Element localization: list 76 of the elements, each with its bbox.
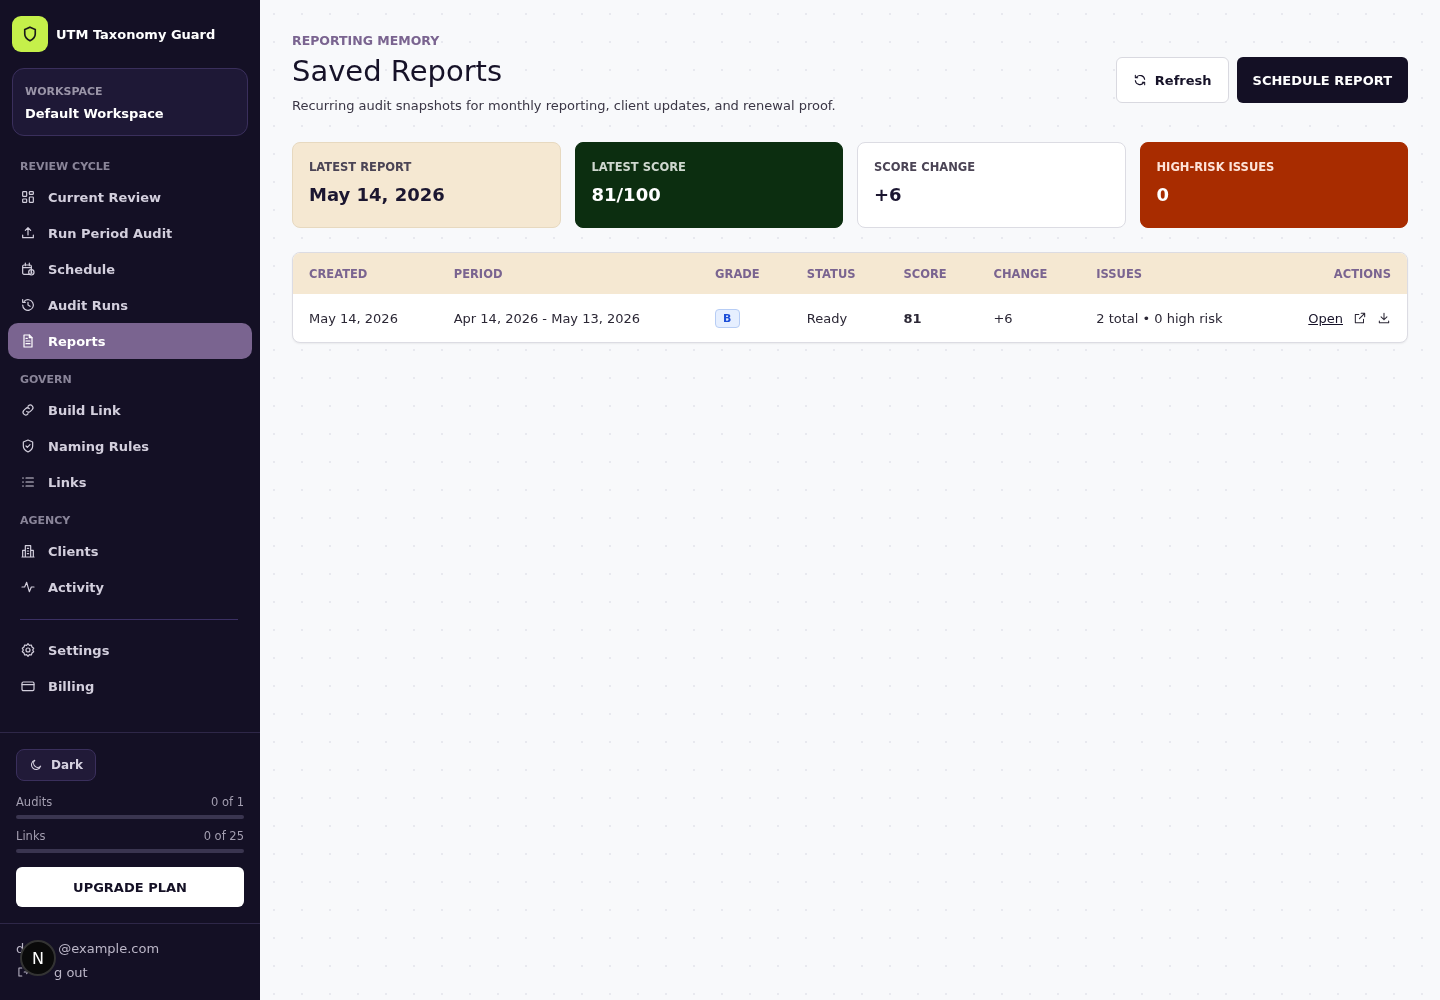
sidebar-item[interactable]: Run Period Audit [8, 215, 252, 251]
page-title: Saved Reports [292, 54, 504, 88]
sidebar-item[interactable]: Billing [8, 668, 252, 704]
sidebar-item[interactable]: Links [8, 464, 252, 500]
history-icon [20, 297, 36, 313]
usage-reading: 0 of 1 [210, 795, 244, 809]
logout-link[interactable]: g out [54, 964, 88, 980]
workspace-label: WORKSPACE [25, 85, 104, 98]
section-heading: AGENCY [19, 513, 72, 529]
page-subtitle: Recurring audit snapshots for monthly reporting, client updates, and renewal proof. [292, 98, 836, 113]
table-cell: 2 total • 0 high risk [1080, 294, 1270, 342]
section-heading: GOVERN [19, 372, 73, 388]
app-name: UTM Taxonomy Guard [56, 26, 216, 42]
column-header: SCORE [887, 253, 978, 294]
sidebar-item[interactable]: Current Review [8, 179, 252, 215]
sidebar-item[interactable]: Activity [8, 569, 252, 605]
refresh-button[interactable]: Refresh [1115, 57, 1229, 103]
stat-label: LATEST SCORE [591, 160, 687, 174]
logout-icon [16, 965, 30, 979]
usage-reading: 0 of 25 [203, 829, 244, 843]
upload-icon [20, 225, 36, 241]
column-header: CHANGE [977, 253, 1081, 294]
external-link-icon [1353, 311, 1367, 325]
pulse-icon [20, 579, 36, 595]
email-text: @example.com [58, 940, 160, 956]
grid-icon [20, 189, 36, 205]
usage-label: Links [16, 829, 46, 843]
shield-check-icon [20, 438, 36, 454]
table-cell: Ready [790, 294, 888, 342]
column-header: ISSUES [1080, 253, 1270, 294]
stat-value: 0 [1156, 184, 1171, 205]
grade-badge: B [715, 308, 740, 328]
sidebar-item[interactable]: Audit Runs [8, 287, 252, 323]
column-header: STATUS [790, 253, 888, 294]
table-cell: Apr 14, 2026 - May 13, 2026 [437, 294, 700, 342]
upgrade-button[interactable]: UPGRADE PLAN [16, 867, 244, 907]
stat-label: HIGH-RISK ISSUES [1156, 160, 1276, 174]
download-button[interactable] [1377, 311, 1391, 325]
document-icon [20, 333, 36, 349]
usage-label: Audits [16, 795, 53, 809]
sidebar-item[interactable]: Naming Rules [8, 428, 252, 464]
shield-icon [21, 25, 39, 43]
sidebar-item[interactable]: Reports [8, 323, 252, 359]
column-header: GRADE [699, 253, 791, 294]
table-cell: +6 [977, 294, 1081, 342]
sidebar-item[interactable]: Clients [8, 533, 252, 569]
card-icon [20, 678, 36, 694]
stat-label: SCORE CHANGE [874, 160, 977, 174]
link-icon [20, 402, 36, 418]
open-link[interactable]: Open [1308, 310, 1343, 326]
sidebar-item[interactable]: Build Link [8, 392, 252, 428]
workspace-name: Default Workspace [25, 106, 165, 121]
eyebrow-text: REPORTING MEMORY [292, 33, 441, 48]
refresh-icon [1132, 73, 1147, 87]
settings-icon [20, 642, 36, 658]
sidebar-item[interactable]: Schedule [8, 251, 252, 287]
calendar-clock-icon [20, 261, 36, 277]
download-icon [1377, 311, 1391, 325]
table-cell: 81 [887, 294, 978, 342]
schedule-report-button[interactable]: SCHEDULE REPORT [1236, 57, 1408, 103]
stat-label: LATEST REPORT [309, 160, 413, 174]
list-icon [20, 474, 36, 490]
table-cell: May 14, 2026 [293, 294, 438, 342]
section-heading: REVIEW CYCLE [19, 159, 112, 175]
building-icon [20, 543, 36, 559]
column-header: CREATED [293, 253, 438, 294]
theme-button[interactable]: Dark [16, 749, 96, 781]
stat-value: +6 [874, 184, 903, 205]
stat-value: 81/100 [591, 184, 662, 205]
column-header: PERIOD [437, 253, 700, 294]
workspace-card[interactable]: WORKSPACE Default Workspace [12, 68, 248, 136]
column-header: ACTIONS [1269, 253, 1407, 294]
stat-value: May 14, 2026 [309, 184, 446, 205]
external-link-button[interactable] [1353, 311, 1367, 325]
sidebar-item[interactable]: Settings [8, 632, 252, 668]
moon-icon [29, 758, 43, 772]
